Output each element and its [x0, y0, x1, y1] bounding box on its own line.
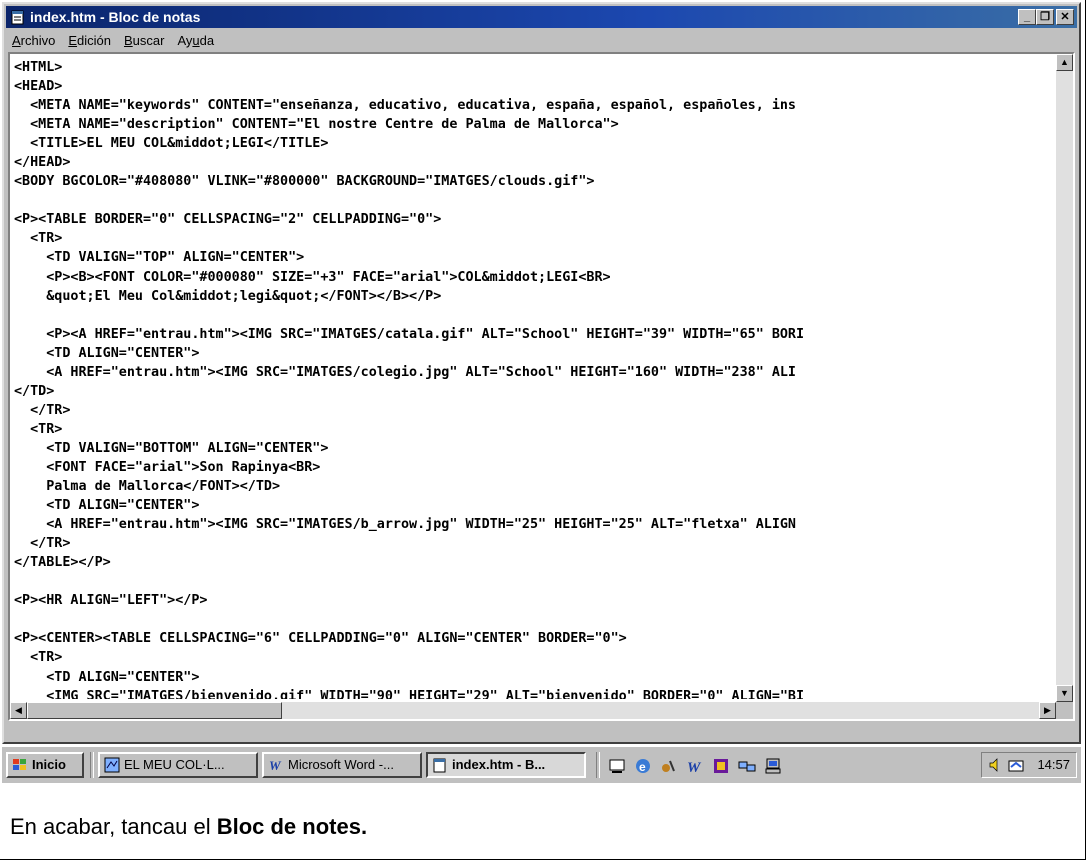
code-line: <TD ALIGN="CENTER"> — [14, 669, 200, 685]
word-icon: W — [269, 758, 282, 773]
code-line: </TD> — [14, 383, 55, 399]
code-line: <BODY BGCOLOR="#408080" VLINK="#800000" … — [14, 174, 595, 190]
task-microsoft-word[interactable]: W Microsoft Word -... — [262, 752, 422, 778]
minimize-button[interactable]: _ — [1018, 9, 1036, 25]
title-bar[interactable]: index.htm - Bloc de notas _ ❐ ✕ — [6, 6, 1077, 28]
window-controls: _ ❐ ✕ — [1018, 9, 1074, 25]
menu-ayuda[interactable]: Ayuda — [171, 33, 221, 48]
menu-archivo[interactable]: Archivo — [6, 33, 62, 48]
task-notepad-index[interactable]: index.htm - B... — [426, 752, 586, 778]
code-line: <TR> — [14, 650, 63, 666]
scroll-down-icon[interactable]: ▼ — [1056, 685, 1073, 702]
close-button[interactable]: ✕ — [1056, 9, 1074, 25]
code-line: <TR> — [14, 421, 63, 437]
task-el-meu-collegi[interactable]: EL MEU COL·L... — [98, 752, 258, 778]
code-line: <TD ALIGN="CENTER"> — [14, 345, 200, 361]
code-line: <META NAME="keywords" CONTENT="enseñanza… — [14, 98, 796, 114]
taskbar: Inicio EL MEU COL·L... W Microsoft Word … — [2, 745, 1081, 783]
notepad-icon — [433, 758, 446, 773]
quicklaunch-separator — [596, 752, 600, 778]
svg-text:W: W — [687, 760, 702, 775]
code-line: &quot;El Meu Col&middot;legi&quot;</FONT… — [14, 288, 442, 304]
code-line: <A HREF="entrau.htm"><IMG SRC="IMATGES/c… — [14, 364, 796, 380]
code-line: <P><HR ALIGN="LEFT"></P> — [14, 593, 208, 609]
code-line: </HEAD> — [14, 155, 71, 171]
scroll-corner — [1056, 702, 1073, 719]
code-line: <TD VALIGN="BOTTOM" ALIGN="CENTER"> — [14, 440, 329, 456]
code-line: <P><B><FONT COLOR="#000080" SIZE="+3" FA… — [14, 269, 611, 285]
vertical-scrollbar[interactable]: ▲ ▼ — [1056, 54, 1073, 702]
menu-edicion[interactable]: Edición — [62, 33, 118, 48]
scroll-up-icon[interactable]: ▲ — [1056, 54, 1073, 71]
computer-icon[interactable] — [764, 757, 782, 775]
code-line: </TR> — [14, 402, 71, 418]
menu-buscar[interactable]: Buscar — [118, 33, 171, 48]
code-line: <TR> — [14, 231, 63, 247]
scheduler-icon[interactable] — [1008, 757, 1024, 773]
volume-icon[interactable] — [988, 757, 1004, 773]
code-line: <TD ALIGN="CENTER"> — [14, 498, 200, 514]
horizontal-scroll-thumb[interactable] — [27, 702, 282, 719]
scroll-right-icon[interactable]: ▶ — [1039, 702, 1056, 719]
window-title: index.htm - Bloc de notas — [30, 9, 201, 25]
word-quicklaunch-icon[interactable]: W — [686, 757, 704, 775]
code-line: <FONT FACE="arial">Son Rapinya<BR> — [14, 459, 321, 475]
text-editor[interactable]: <HTML> <HEAD> <META NAME="keywords" CONTE… — [8, 52, 1075, 721]
code-line: <IMG SRC="IMATGES/bienvenido.gif" WIDTH=… — [14, 688, 805, 699]
start-button[interactable]: Inicio — [6, 752, 84, 778]
code-line: </TABLE></P> — [14, 555, 111, 571]
code-line: <HTML> — [14, 60, 63, 75]
code-line: <META NAME="description" CONTENT="El nos… — [14, 117, 619, 133]
code-line: <P><CENTER><TABLE CELLSPACING="6" CELLPA… — [14, 631, 627, 647]
code-line: </TR> — [14, 536, 71, 552]
internet-explorer-page-icon — [104, 757, 120, 773]
svg-text:e: e — [639, 760, 646, 774]
code-line: <HEAD> — [14, 79, 63, 95]
internet-explorer-icon[interactable]: e — [634, 757, 652, 775]
editor-text[interactable]: <HTML> <HEAD> <META NAME="keywords" CONTE… — [14, 58, 1053, 699]
clock[interactable]: 14:57 — [1037, 753, 1070, 777]
code-line: <P><A HREF="entrau.htm"><IMG SRC="IMATGE… — [14, 326, 805, 342]
media-player-icon[interactable] — [712, 757, 730, 775]
instruction-caption: En acabar, tancau el Bloc de notes. — [10, 814, 368, 839]
code-line: Palma de Mallorca</FONT></TD> — [14, 479, 281, 495]
sound-recorder-icon[interactable] — [660, 757, 678, 775]
desktop-icon[interactable] — [608, 757, 626, 775]
code-line: <TITLE>EL MEU COL&middot;LEGI</TITLE> — [14, 136, 329, 152]
windows-logo-icon — [13, 759, 26, 770]
svg-text:W: W — [269, 758, 282, 773]
network-icon[interactable] — [738, 757, 756, 775]
horizontal-scrollbar[interactable]: ◀ ▶ — [10, 702, 1056, 719]
code-line: <A HREF="entrau.htm"><IMG SRC="IMATGES/b… — [14, 517, 796, 533]
code-line: <TD VALIGN="TOP" ALIGN="CENTER"> — [14, 250, 305, 266]
notepad-window: index.htm - Bloc de notas _ ❐ ✕ Archivo … — [2, 2, 1081, 744]
scroll-left-icon[interactable]: ◀ — [10, 702, 27, 719]
taskbar-separator — [90, 752, 94, 778]
notepad-icon — [11, 10, 24, 25]
menu-bar: Archivo Edición Buscar Ayuda — [6, 30, 1077, 50]
maximize-button[interactable]: ❐ — [1036, 9, 1054, 25]
code-line: <P><TABLE BORDER="0" CELLSPACING="2" CEL… — [14, 212, 442, 228]
system-tray: 14:57 — [981, 752, 1077, 778]
